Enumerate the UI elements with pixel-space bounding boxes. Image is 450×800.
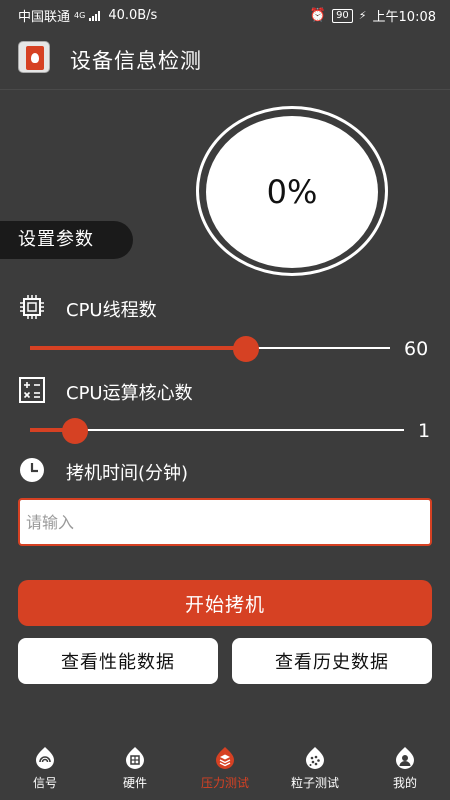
profile-icon [396, 747, 414, 769]
signal-strength-icon [89, 10, 101, 21]
tab-stress-test[interactable]: 压力测试 [180, 742, 270, 800]
tab-profile[interactable]: 我的 [360, 742, 450, 800]
cpu-cores-slider[interactable] [30, 418, 404, 444]
slider-thumb[interactable] [61, 418, 88, 444]
cpu-threads-slider[interactable] [30, 336, 390, 362]
particle-test-icon [306, 747, 324, 769]
status-bar: 中国联通 4G 40.0B/s ⏰ 90 ⚡ 上午10:08 [0, 0, 450, 28]
progress-percent: 0% [266, 173, 318, 211]
app-logo-icon [18, 41, 50, 73]
cpu-chip-icon [20, 295, 44, 319]
tab-label: 压力测试 [200, 776, 249, 790]
start-burn-button[interactable]: 开始拷机 [18, 580, 432, 626]
view-performance-button[interactable]: 查看性能数据 [18, 638, 218, 684]
tab-particle-test[interactable]: 粒子测试 [270, 742, 360, 800]
tab-label: 硬件 [122, 776, 147, 790]
calculator-icon [19, 377, 45, 403]
slider-thumb[interactable] [233, 336, 259, 362]
network-type: 4G [74, 11, 86, 20]
slider-fill [30, 346, 246, 350]
hardware-icon [126, 747, 144, 769]
tab-label: 我的 [392, 776, 417, 790]
burn-time-label: 拷机时间(分钟) [66, 463, 189, 484]
alarm-icon: ⏰ [309, 8, 327, 23]
tab-label: 粒子测试 [290, 776, 339, 790]
page-title: 设备信息检测 [70, 49, 202, 73]
signal-icon [36, 747, 54, 769]
cpu-cores-value: 1 [418, 420, 431, 442]
network-speed: 40.0B/s [108, 8, 158, 23]
cpu-threads-label: CPU线程数 [66, 300, 157, 321]
tab-signal[interactable]: 信号 [0, 742, 90, 800]
tab-label: 信号 [32, 776, 57, 790]
clock: 上午10:08 [372, 10, 436, 25]
burn-time-input[interactable] [18, 498, 432, 546]
app-bar: 设备信息检测 [0, 28, 450, 90]
stress-test-icon [216, 747, 234, 769]
clock-icon [20, 458, 44, 482]
bottom-tab-bar: 信号 硬件 压力测试 粒子测试 我的 [0, 742, 450, 800]
tab-hardware[interactable]: 硬件 [90, 742, 180, 800]
settings-params-label: 设置参数 [0, 221, 133, 259]
carrier-label: 中国联通 [18, 10, 71, 25]
charging-icon: ⚡ [358, 9, 367, 22]
view-history-button[interactable]: 查看历史数据 [232, 638, 432, 684]
battery-icon: 90 [332, 8, 353, 23]
cpu-threads-value: 60 [404, 338, 429, 360]
cpu-cores-label: CPU运算核心数 [66, 383, 193, 404]
